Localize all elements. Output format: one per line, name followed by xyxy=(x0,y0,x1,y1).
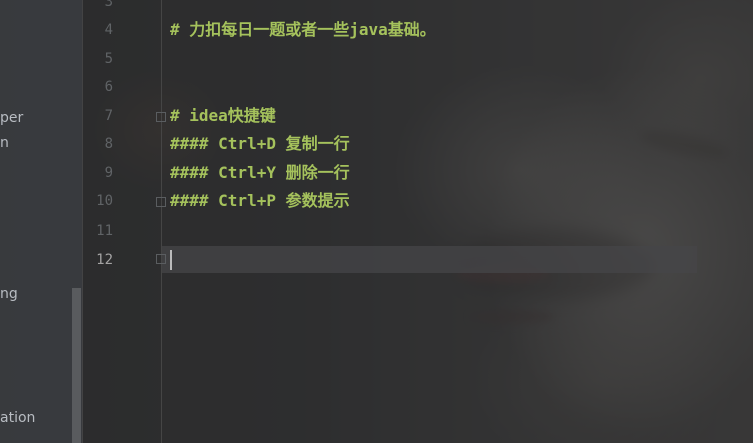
project-tree-item[interactable]: per xyxy=(0,110,23,126)
fold-gutter-line xyxy=(161,0,162,443)
line-number[interactable]: 3 xyxy=(83,0,113,12)
line-number[interactable]: 11 xyxy=(83,221,113,241)
project-tree-item[interactable]: ation xyxy=(0,410,35,426)
current-line-highlight xyxy=(162,246,697,273)
line-number[interactable]: 4 xyxy=(83,20,113,40)
ide-window: per n ng ation 3 4 5 6 7 8 9 10 11 12 # … xyxy=(0,0,753,443)
code-line[interactable]: #### Ctrl+Y 删除一行 xyxy=(170,163,350,183)
fold-toggle-icon[interactable] xyxy=(156,254,166,264)
project-tool-window[interactable]: per n ng ation xyxy=(0,0,82,443)
fold-toggle-icon[interactable] xyxy=(156,197,166,207)
line-number[interactable]: 9 xyxy=(83,163,113,183)
code-line[interactable]: #### Ctrl+P 参数提示 xyxy=(170,191,350,211)
project-tree-item[interactable]: n xyxy=(0,135,9,151)
line-number[interactable]: 5 xyxy=(83,49,113,69)
line-number[interactable]: 10 xyxy=(83,191,113,211)
fold-toggle-icon[interactable] xyxy=(156,112,166,122)
project-panel-scrollbar[interactable] xyxy=(72,288,81,443)
line-number[interactable]: 6 xyxy=(83,77,113,97)
line-number[interactable]: 12 xyxy=(83,250,113,270)
code-line[interactable]: #### Ctrl+D 复制一行 xyxy=(170,134,350,154)
code-line[interactable]: # 力扣每日一题或者一些java基础。 xyxy=(170,20,436,40)
line-number[interactable]: 8 xyxy=(83,134,113,154)
code-editor[interactable] xyxy=(83,0,753,443)
code-line[interactable]: # idea快捷键 xyxy=(170,106,276,126)
line-number[interactable]: 7 xyxy=(83,106,113,126)
project-tree-item[interactable]: ng xyxy=(0,286,18,302)
text-caret xyxy=(170,250,172,270)
